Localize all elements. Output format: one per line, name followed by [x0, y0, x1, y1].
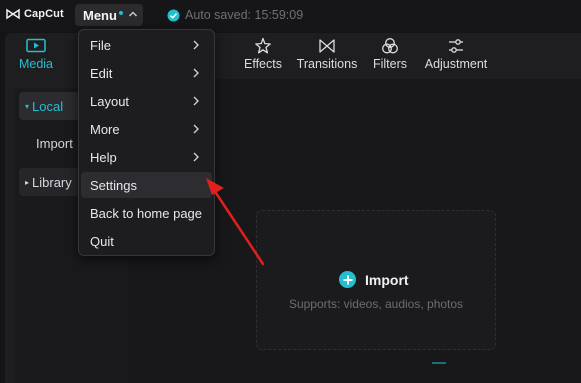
tab-media-label: Media	[18, 57, 54, 71]
sidebar-item-library[interactable]: ▸ Library	[19, 168, 79, 196]
menu-item-label: Settings	[90, 177, 137, 193]
tab-effects[interactable]: Effects	[243, 37, 283, 71]
chevron-right-icon	[193, 40, 199, 50]
sidebar-item-label: Local	[32, 98, 64, 114]
import-button[interactable]: Import	[339, 271, 409, 288]
check-circle-icon	[167, 9, 180, 21]
import-button-label: Import	[365, 271, 409, 288]
menu-item-label: More	[90, 121, 120, 137]
autosave-text: Auto saved: 15:59:09	[185, 8, 304, 22]
chevron-up-icon	[128, 11, 137, 16]
menu-item-help[interactable]: Help	[81, 144, 212, 170]
scroll-indicator	[432, 362, 446, 364]
autosave-status: Auto saved: 15:59:09	[167, 8, 303, 22]
tab-transitions-label: Transitions	[296, 57, 358, 71]
menu-item-label: Quit	[90, 233, 114, 249]
menu-button-label: Menu	[83, 7, 117, 23]
menu-item-layout[interactable]: Layout	[81, 88, 212, 114]
caret-right-icon: ▸	[25, 177, 30, 187]
sidebar-item-local[interactable]: ▾ Local	[19, 92, 79, 120]
menu-item-more[interactable]: More	[81, 116, 212, 142]
app-logo: CapCut	[6, 8, 64, 20]
menu-item-label: File	[90, 37, 111, 53]
menu-item-settings[interactable]: Settings	[81, 172, 212, 198]
tab-adjustment[interactable]: Adjustment	[422, 37, 490, 71]
chevron-right-icon	[193, 68, 199, 78]
sparkle-icon	[255, 37, 271, 54]
menu-item-edit[interactable]: Edit	[81, 60, 212, 86]
capcut-logo-icon	[6, 8, 20, 20]
bowtie-icon	[319, 39, 335, 53]
chevron-right-icon	[193, 96, 199, 106]
menu-button[interactable]: Menu	[75, 4, 143, 26]
tab-transitions[interactable]: Transitions	[296, 37, 358, 71]
caret-down-icon: ▾	[25, 101, 30, 111]
menu-item-label: Layout	[90, 93, 130, 109]
chevron-right-icon	[193, 124, 199, 134]
tab-effects-label: Effects	[244, 57, 282, 71]
tab-media[interactable]: Media	[14, 38, 58, 71]
media-icon	[26, 38, 46, 53]
tab-filters[interactable]: Filters	[371, 37, 409, 71]
circles-icon	[382, 38, 398, 54]
menu-item-back-to-home[interactable]: Back to home page	[81, 200, 212, 226]
menu-item-file[interactable]: File	[81, 32, 212, 58]
menu-notification-dot	[118, 11, 123, 15]
tab-filters-label: Filters	[372, 57, 408, 71]
menu-item-quit[interactable]: Quit	[81, 228, 212, 254]
chevron-right-icon	[193, 152, 199, 162]
menu-item-label: Edit	[90, 65, 113, 81]
plus-icon	[339, 271, 356, 288]
sidebar-item-label: Library	[32, 174, 72, 190]
tab-adjustment-label: Adjustment	[424, 57, 488, 71]
supports-hint: Supports: videos, audios, photos	[288, 297, 464, 311]
sliders-icon	[449, 39, 463, 53]
sidebar-item-import[interactable]: Import	[36, 136, 73, 151]
menu-item-label: Help	[90, 149, 117, 165]
app-name: CapCut	[24, 8, 64, 20]
menu-dropdown: File Edit Layout More Help Settings Back…	[78, 29, 215, 256]
menu-item-label: Back to home page	[90, 205, 203, 221]
